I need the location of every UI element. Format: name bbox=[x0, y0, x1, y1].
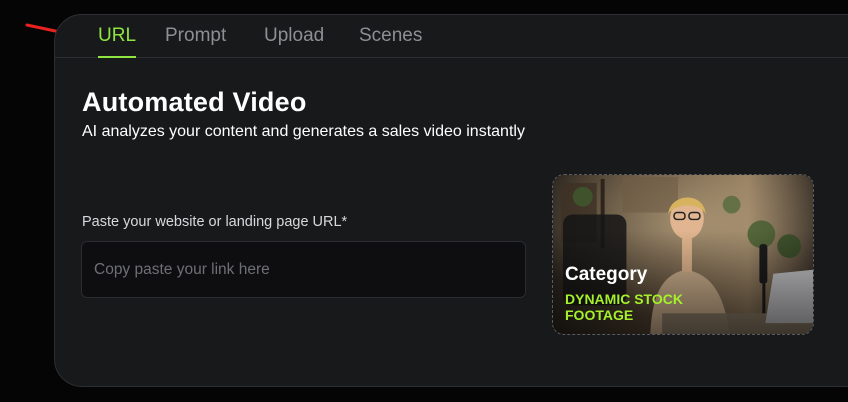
tab-url[interactable]: URL bbox=[98, 25, 137, 58]
category-heading: Category bbox=[565, 264, 648, 285]
category-card[interactable]: Category DYNAMIC STOCK FOOTAGE bbox=[552, 174, 814, 335]
category-name: DYNAMIC STOCK FOOTAGE bbox=[565, 291, 683, 323]
page-title: Automated Video bbox=[82, 87, 307, 117]
tab-scenes[interactable]: Scenes bbox=[359, 25, 422, 56]
video-creator-panel: URL Prompt Upload Scenes Automated Video… bbox=[54, 14, 848, 387]
tab-prompt[interactable]: Prompt bbox=[165, 25, 226, 56]
tab-upload[interactable]: Upload bbox=[264, 25, 324, 56]
page-subtitle: AI analyzes your content and generates a… bbox=[82, 123, 525, 140]
url-field-label: Paste your website or landing page URL* bbox=[82, 214, 348, 230]
tab-bar: URL Prompt Upload Scenes bbox=[55, 15, 848, 58]
url-input[interactable] bbox=[81, 241, 526, 298]
